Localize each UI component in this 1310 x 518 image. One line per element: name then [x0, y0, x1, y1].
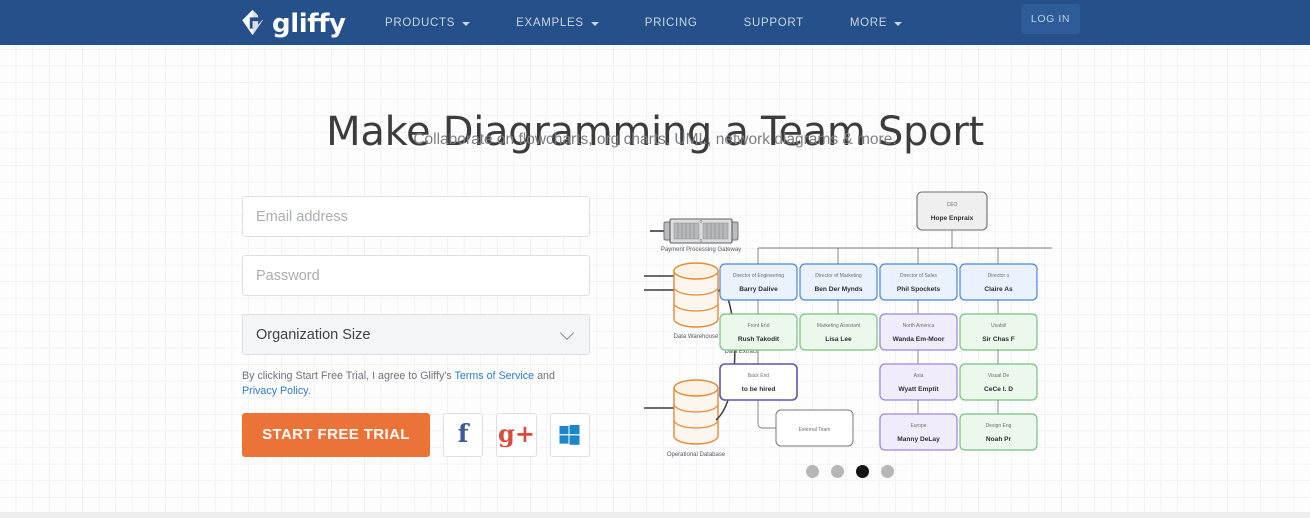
node-name: CeCe I. D: [984, 386, 1013, 393]
orgchart-node-marketing-assistant: Marketing Assistant Lisa Lee: [799, 313, 878, 351]
chevron-down-icon: [559, 325, 575, 340]
node-title: Asia: [914, 373, 924, 379]
orgchart-node-external-team: External Team: [775, 409, 854, 447]
bottom-strip: [0, 512, 1310, 518]
node-title: Director of Sales: [900, 273, 937, 279]
node-name: Manny DeLay: [897, 436, 940, 443]
organization-size-value: Organization Size: [256, 326, 371, 343]
node-title: Director o: [988, 273, 1010, 279]
orgchart-node-north-america: North America Wanda Em-Moor: [879, 313, 958, 351]
terms-text: By clicking Start Free Trial, I agree to…: [242, 369, 590, 399]
terms-of-service-link[interactable]: Terms of Service: [455, 370, 535, 382]
signup-form: Organization Size By clicking Start Free…: [242, 196, 590, 457]
facebook-signup-button[interactable]: f: [442, 412, 484, 457]
node-name: Barry Dalive: [739, 286, 778, 293]
orgchart-node-back-end: Back End to be hired: [719, 363, 798, 401]
terms-suffix: .: [307, 384, 311, 397]
orgchart-node-asia: Asia Wyatt Emptit: [879, 363, 958, 401]
node-title: Front End: [748, 323, 770, 329]
start-free-trial-button[interactable]: START FREE TRIAL: [242, 412, 430, 457]
email-field[interactable]: [242, 196, 590, 237]
cta-row: START FREE TRIAL f g+: [242, 412, 590, 457]
nav-label: EXAMPLES: [516, 16, 584, 29]
nav-label: SUPPORT: [743, 16, 804, 29]
node-name: Wanda Em-Moor: [893, 336, 945, 343]
node-title: CEO: [947, 202, 958, 208]
nav-item-pricing[interactable]: PRICING: [622, 0, 721, 45]
nav-item-more[interactable]: MORE: [827, 0, 925, 45]
operational-database-node: Operational Database: [644, 379, 726, 458]
node-title: North America: [903, 323, 935, 329]
node-name: Claire As: [984, 286, 1013, 293]
logo-wordmark: gliffy: [272, 8, 346, 39]
node-name: Noah Pr: [986, 436, 1012, 443]
nav-item-support[interactable]: SUPPORT: [721, 0, 827, 45]
site-header: gliffy PRODUCTS EXAMPLES PRICING SUPPORT…: [0, 0, 1310, 45]
terms-middle: and: [534, 370, 555, 382]
node-name: Phil Spockets: [897, 286, 941, 293]
carousel-dot-2[interactable]: [831, 465, 844, 478]
orgchart-node-front-end: Front End Rush Takodit: [719, 313, 798, 351]
nav-item-products[interactable]: PRODUCTS: [385, 0, 493, 45]
node-title: Visual De: [988, 373, 1010, 379]
node-title: Design Eng: [986, 423, 1012, 429]
node-title: Director of Engineering: [733, 273, 784, 279]
node-name: Wyatt Emptit: [898, 386, 939, 393]
main-nav: PRODUCTS EXAMPLES PRICING SUPPORT MORE: [385, 0, 925, 45]
orgchart-node-director-marketing: Director of Marketing Ben Der Mynds: [799, 263, 878, 301]
nav-label: PRICING: [644, 16, 698, 29]
organization-size-select[interactable]: Organization Size: [242, 314, 590, 355]
node-name: Hope Enpraix: [931, 215, 974, 222]
node-title: Usabili: [991, 323, 1006, 329]
data-warehouse-node: Data Warehouse: [644, 262, 719, 340]
nav-label: PRODUCTS: [385, 16, 456, 29]
orgchart-node-design-eng: Design Eng Noah Pr: [959, 413, 1038, 451]
node-name: Rush Takodit: [738, 336, 780, 343]
node-title: Back End: [748, 373, 770, 379]
orgchart-node-usability: Usabili Sir Chas F: [959, 313, 1038, 351]
login-button[interactable]: LOG IN: [1021, 4, 1080, 34]
node-name: Lisa Lee: [825, 336, 852, 343]
diagram-illustration: .lbl{font-family:"Liberation Sans",sans-…: [612, 186, 1052, 466]
windows-icon: [559, 424, 580, 445]
carousel-dot-3[interactable]: [856, 465, 869, 478]
gliffy-diamond-logo-icon: [240, 9, 267, 37]
node-name: External Team: [799, 427, 831, 433]
nav-label: MORE: [849, 16, 888, 29]
windows-signup-button[interactable]: [549, 412, 590, 457]
chevron-down-icon: [462, 21, 471, 26]
node-title: Europe: [910, 423, 926, 429]
node-name: Ben Der Mynds: [815, 286, 863, 293]
node-title: Director of Marketing: [815, 273, 862, 279]
orgchart: CEO Hope Enpraix Director of Engineering…: [719, 191, 1052, 451]
password-field[interactable]: [242, 255, 590, 296]
orgchart-node-director-sales: Director of Sales Phil Spockets: [879, 263, 958, 301]
chevron-down-icon: [590, 21, 599, 26]
node-name: Sir Chas F: [982, 336, 1015, 343]
orgchart-node-director-engineering: Director of Engineering Barry Dalive: [719, 263, 798, 301]
data-warehouse-label: Data Warehouse: [674, 334, 719, 340]
server-label: Payment Processing Gateway: [661, 247, 741, 253]
node-name: to be hired: [742, 386, 776, 393]
chevron-down-icon: [894, 21, 903, 26]
server-node: Payment Processing Gateway: [650, 218, 741, 253]
facebook-icon: f: [457, 419, 469, 449]
orgchart-node-director-four: Director o Claire As: [959, 263, 1038, 301]
google-plus-icon: g+: [498, 418, 535, 448]
carousel-dot-1[interactable]: [806, 465, 819, 478]
node-title: Marketing Assistant: [817, 323, 861, 329]
orgchart-node-visual-design: Visual De CeCe I. D: [959, 363, 1038, 401]
operational-database-label: Operational Database: [667, 452, 726, 458]
page-subtitle: Collaborate on flowcharts, org charts, U…: [413, 131, 897, 148]
orgchart-node-europe: Europe Manny DeLay: [879, 413, 958, 451]
google-plus-signup-button[interactable]: g+: [496, 412, 537, 457]
terms-prefix: By clicking Start Free Trial, I agree to…: [242, 370, 455, 382]
gliffy-logo[interactable]: gliffy: [240, 4, 346, 41]
carousel-dot-4[interactable]: [881, 465, 894, 478]
orgchart-node-ceo: CEO Hope Enpraix: [916, 191, 988, 231]
nav-item-examples[interactable]: EXAMPLES: [493, 0, 622, 45]
carousel-dots: [806, 465, 894, 478]
privacy-policy-link[interactable]: Privacy Policy: [242, 385, 308, 397]
